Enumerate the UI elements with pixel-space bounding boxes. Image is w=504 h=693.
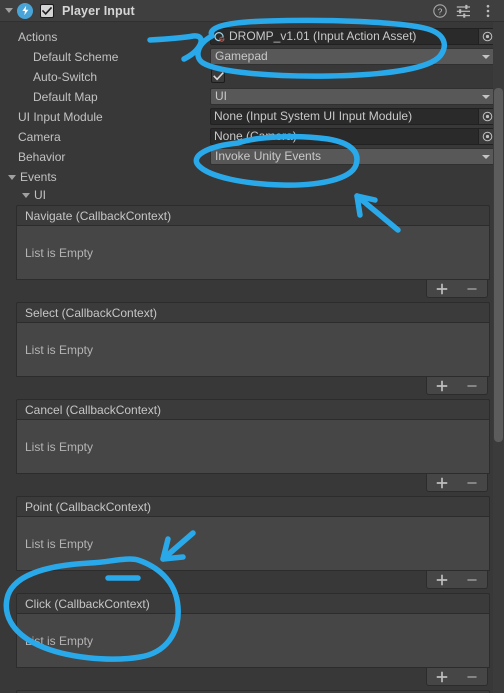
- add-listener-button[interactable]: [431, 281, 453, 297]
- behavior-value: Invoke Unity Events: [215, 149, 322, 163]
- header-icon-group: ?: [432, 3, 495, 18]
- events-foldout[interactable]: Events: [0, 167, 504, 187]
- default-map-value: UI: [215, 89, 227, 103]
- property-label-default-map: Default Map: [33, 90, 98, 104]
- event-block-navigate: Navigate (CallbackContext) List is Empty: [16, 205, 490, 298]
- vertical-scrollbar-thumb[interactable]: [494, 88, 503, 442]
- preset-icon[interactable]: [456, 3, 471, 18]
- help-icon[interactable]: ?: [432, 3, 447, 18]
- event-footer: [16, 280, 490, 298]
- component-enabled-checkbox[interactable]: [40, 3, 54, 18]
- event-header[interactable]: Select (CallbackContext): [16, 302, 490, 323]
- component-foldout-arrow[interactable]: [2, 0, 16, 22]
- property-label-camera: Camera: [18, 130, 61, 144]
- default-map-dropdown[interactable]: UI: [210, 88, 496, 105]
- svg-text:?: ?: [437, 6, 442, 16]
- auto-switch-checkbox[interactable]: [211, 69, 225, 83]
- event-footer: [16, 474, 490, 492]
- chevron-down-icon: [482, 54, 490, 59]
- event-block-select: Select (CallbackContext) List is Empty: [16, 302, 490, 395]
- property-row-camera: Camera None (Camera): [0, 127, 504, 147]
- property-label-default-scheme: Default Scheme: [33, 50, 119, 64]
- event-header[interactable]: Click (CallbackContext): [16, 593, 490, 614]
- property-label-auto-switch: Auto-Switch: [33, 70, 98, 84]
- property-row-auto-switch: Auto-Switch: [0, 67, 504, 87]
- add-listener-button[interactable]: [431, 669, 453, 685]
- property-row-actions: Actions DROMP_v1.01 (Input Action Asset): [0, 27, 504, 47]
- ui-foldout[interactable]: UI: [0, 185, 504, 205]
- event-header[interactable]: Navigate (CallbackContext): [16, 205, 490, 226]
- behavior-dropdown[interactable]: Invoke Unity Events: [210, 148, 496, 165]
- component-header[interactable]: Player Input ?: [0, 0, 504, 22]
- camera-object-field[interactable]: None (Camera): [210, 128, 496, 145]
- vertical-scrollbar-track[interactable]: [493, 22, 504, 693]
- event-footer: [16, 377, 490, 395]
- property-label-behavior: Behavior: [18, 150, 66, 164]
- property-row-ui-input-module: UI Input Module None (Input System UI In…: [0, 107, 504, 127]
- add-listener-button[interactable]: [431, 572, 453, 588]
- events-foldout-label: Events: [20, 170, 57, 184]
- ui-foldout-label: UI: [34, 188, 46, 202]
- event-list-body[interactable]: List is Empty: [16, 226, 490, 280]
- chevron-down-icon: [482, 154, 490, 159]
- component-title: Player Input: [62, 3, 135, 18]
- add-listener-button[interactable]: [431, 378, 453, 394]
- property-label-ui-input-module: UI Input Module: [18, 110, 103, 124]
- remove-listener-button[interactable]: [461, 378, 483, 394]
- remove-listener-button[interactable]: [461, 475, 483, 491]
- actions-object-field[interactable]: DROMP_v1.01 (Input Action Asset): [210, 28, 496, 45]
- event-header[interactable]: Point (CallbackContext): [16, 496, 490, 517]
- input-action-asset-icon: [214, 30, 227, 43]
- event-list-body[interactable]: List is Empty: [16, 517, 490, 571]
- player-input-component-icon: [17, 2, 33, 19]
- event-block-click: Click (CallbackContext) List is Empty: [16, 593, 490, 686]
- default-scheme-value: Gamepad: [215, 49, 268, 63]
- ui-input-module-value: None (Input System UI Input Module): [214, 109, 413, 123]
- remove-listener-button[interactable]: [461, 669, 483, 685]
- event-header[interactable]: Cancel (CallbackContext): [16, 399, 490, 420]
- event-footer: [16, 571, 490, 589]
- remove-listener-button[interactable]: [461, 281, 483, 297]
- event-block-point: Point (CallbackContext) List is Empty: [16, 496, 490, 589]
- camera-value: None (Camera): [214, 129, 297, 143]
- add-listener-button[interactable]: [431, 475, 453, 491]
- property-row-default-scheme: Default Scheme Gamepad: [0, 47, 504, 67]
- property-label-actions: Actions: [18, 30, 58, 44]
- unity-inspector-panel: Player Input ? Actions DROMP_v1.01 (Inpu…: [0, 0, 504, 693]
- actions-field-value: DROMP_v1.01 (Input Action Asset): [229, 29, 417, 43]
- event-list-body[interactable]: List is Empty: [16, 420, 490, 474]
- event-footer: [16, 668, 490, 686]
- ui-input-module-object-field[interactable]: None (Input System UI Input Module): [210, 108, 496, 125]
- property-row-behavior: Behavior Invoke Unity Events: [0, 147, 504, 167]
- remove-listener-button[interactable]: [461, 572, 483, 588]
- event-block-cancel: Cancel (CallbackContext) List is Empty: [16, 399, 490, 492]
- context-menu-icon[interactable]: [480, 3, 495, 18]
- event-list-body[interactable]: List is Empty: [16, 614, 490, 668]
- default-scheme-dropdown[interactable]: Gamepad: [210, 48, 496, 65]
- property-row-default-map: Default Map UI: [0, 87, 504, 107]
- chevron-down-icon: [482, 94, 490, 99]
- event-list-body[interactable]: List is Empty: [16, 323, 490, 377]
